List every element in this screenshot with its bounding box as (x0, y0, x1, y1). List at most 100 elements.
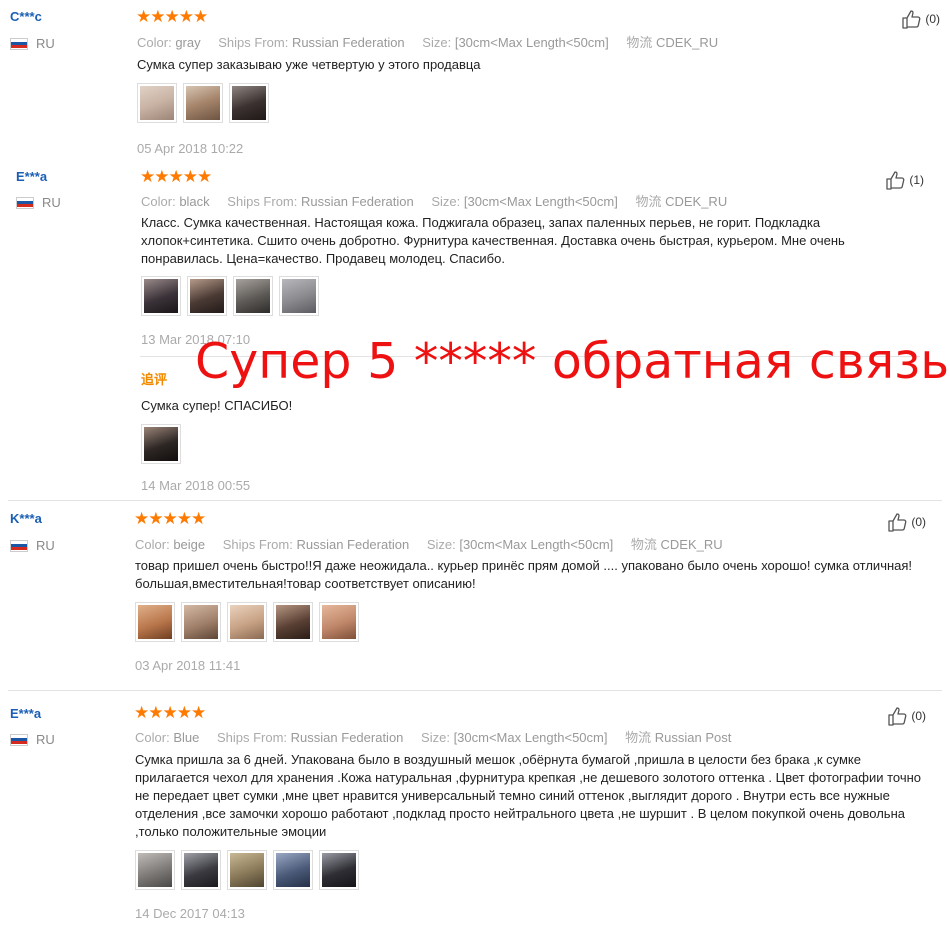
size-label: Size: (422, 35, 452, 50)
ships-from-value: Russian Federation (296, 537, 410, 552)
color-label: Color: (135, 537, 170, 552)
like-count: (1) (909, 173, 924, 187)
followup-label: 追评 (141, 372, 168, 387)
thumbs-up-icon (902, 9, 922, 29)
color-value: black (179, 194, 210, 209)
ships-from-value: Russian Federation (301, 194, 414, 209)
review-photo[interactable] (141, 276, 181, 316)
reviewer-country: RU (10, 36, 55, 51)
country-code: RU (36, 732, 55, 747)
like-button[interactable]: (1) (886, 170, 924, 190)
review-text: Сумка супер заказываю уже четвертую у эт… (137, 57, 481, 72)
ships-from-value: Russian Federation (291, 35, 405, 50)
review-photo[interactable] (135, 602, 175, 642)
ships-from-label: Ships From: (216, 730, 288, 745)
ru-flag-icon (10, 539, 28, 552)
size-value: [30cm<Max Length<50cm] (454, 35, 609, 50)
review-text: Сумка пришла за 6 дней. Упакована было в… (135, 752, 922, 839)
logistics-value: Russian Post (654, 730, 732, 745)
review-text: Класс. Сумка качественная. Настоящая кож… (141, 215, 845, 266)
review-text: товар пришел очень быстро!!Я даже неожид… (135, 558, 913, 591)
size-value: [30cm<Max Length<50cm] (463, 194, 618, 209)
color-label: Color: (135, 730, 170, 745)
review-photos (135, 602, 359, 642)
review-photo[interactable] (319, 602, 359, 642)
review-photo[interactable] (279, 276, 319, 316)
order-info: Color: gray Ships From: Russian Federati… (137, 32, 732, 51)
reviewer-country: RU (10, 732, 55, 747)
followup-date: 14 Mar 2018 00:55 (141, 478, 251, 493)
order-info: Color: Blue Ships From: Russian Federati… (135, 727, 745, 746)
review-photo[interactable] (233, 276, 273, 316)
like-button[interactable]: (0) (888, 706, 926, 726)
review-photo[interactable] (141, 424, 181, 464)
logistics-value: CDEK_RU (660, 537, 723, 552)
thumbs-up-icon (888, 512, 908, 532)
review-date: 05 Apr 2018 10:22 (137, 141, 244, 156)
star-rating: ★★★★★ (136, 7, 208, 26)
logistics-label: 物流 (630, 537, 657, 552)
color-value: Blue (173, 730, 200, 745)
review-photo[interactable] (181, 602, 221, 642)
review-photo[interactable] (229, 83, 269, 123)
like-button[interactable]: (0) (902, 9, 940, 29)
review-divider (8, 500, 942, 501)
review-photo[interactable] (273, 850, 313, 890)
review-photo[interactable] (137, 83, 177, 123)
star-rating: ★★★★★ (140, 167, 212, 186)
reviewer-country: RU (10, 538, 55, 553)
size-value: [30cm<Max Length<50cm] (459, 537, 614, 552)
review-photo[interactable] (227, 850, 267, 890)
review-date: 14 Dec 2017 04:13 (135, 906, 245, 921)
size-label: Size: (421, 730, 450, 745)
reviewer-name[interactable]: E***a (16, 169, 47, 184)
ships-from-label: Ships From: (218, 35, 289, 50)
followup-photos (141, 424, 181, 464)
review-photo[interactable] (183, 83, 223, 123)
ships-from-label: Ships From: (227, 194, 298, 209)
review-photo[interactable] (273, 602, 313, 642)
ru-flag-icon (10, 733, 28, 746)
like-count: (0) (911, 515, 926, 529)
logistics-value: CDEK_RU (665, 194, 728, 209)
country-code: RU (36, 538, 55, 553)
size-value: [30cm<Max Length<50cm] (453, 730, 608, 745)
logistics-label: 物流 (626, 35, 653, 50)
review-photo[interactable] (181, 850, 221, 890)
color-value: beige (173, 537, 206, 552)
review-photos (135, 850, 359, 890)
order-info: Color: black Ships From: Russian Federat… (141, 191, 741, 210)
size-label: Size: (426, 537, 456, 552)
logistics-value: CDEK_RU (656, 35, 719, 50)
ru-flag-icon (10, 37, 28, 50)
ru-flag-icon (16, 196, 34, 209)
logistics-label: 物流 (635, 194, 662, 209)
country-code: RU (42, 195, 61, 210)
size-label: Size: (431, 194, 461, 209)
promo-overlay-text: Супер 5 ***** обратная связь (195, 333, 950, 390)
color-label: Color: (137, 35, 172, 50)
review-photo[interactable] (135, 850, 175, 890)
like-button[interactable]: (0) (888, 512, 926, 532)
star-rating: ★★★★★ (134, 703, 206, 722)
ships-from-value: Russian Federation (290, 730, 404, 745)
review-photos (137, 83, 269, 123)
reviewer-name[interactable]: K***a (10, 511, 42, 526)
review-photo[interactable] (319, 850, 359, 890)
like-count: (0) (925, 12, 940, 26)
review-photos (141, 276, 319, 316)
review-photo[interactable] (227, 602, 267, 642)
review-photo[interactable] (187, 276, 227, 316)
color-label: Color: (141, 194, 176, 209)
reviewer-country: RU (16, 195, 61, 210)
reviewer-name[interactable]: E***a (10, 706, 41, 721)
like-count: (0) (911, 709, 926, 723)
thumbs-up-icon (888, 706, 908, 726)
logistics-label: 物流 (625, 730, 652, 745)
review-divider (8, 690, 942, 691)
country-code: RU (36, 36, 55, 51)
reviewer-name[interactable]: C***c (10, 9, 42, 24)
order-info: Color: beige Ships From: Russian Federat… (135, 534, 737, 553)
thumbs-up-icon (886, 170, 906, 190)
color-value: gray (175, 35, 201, 50)
